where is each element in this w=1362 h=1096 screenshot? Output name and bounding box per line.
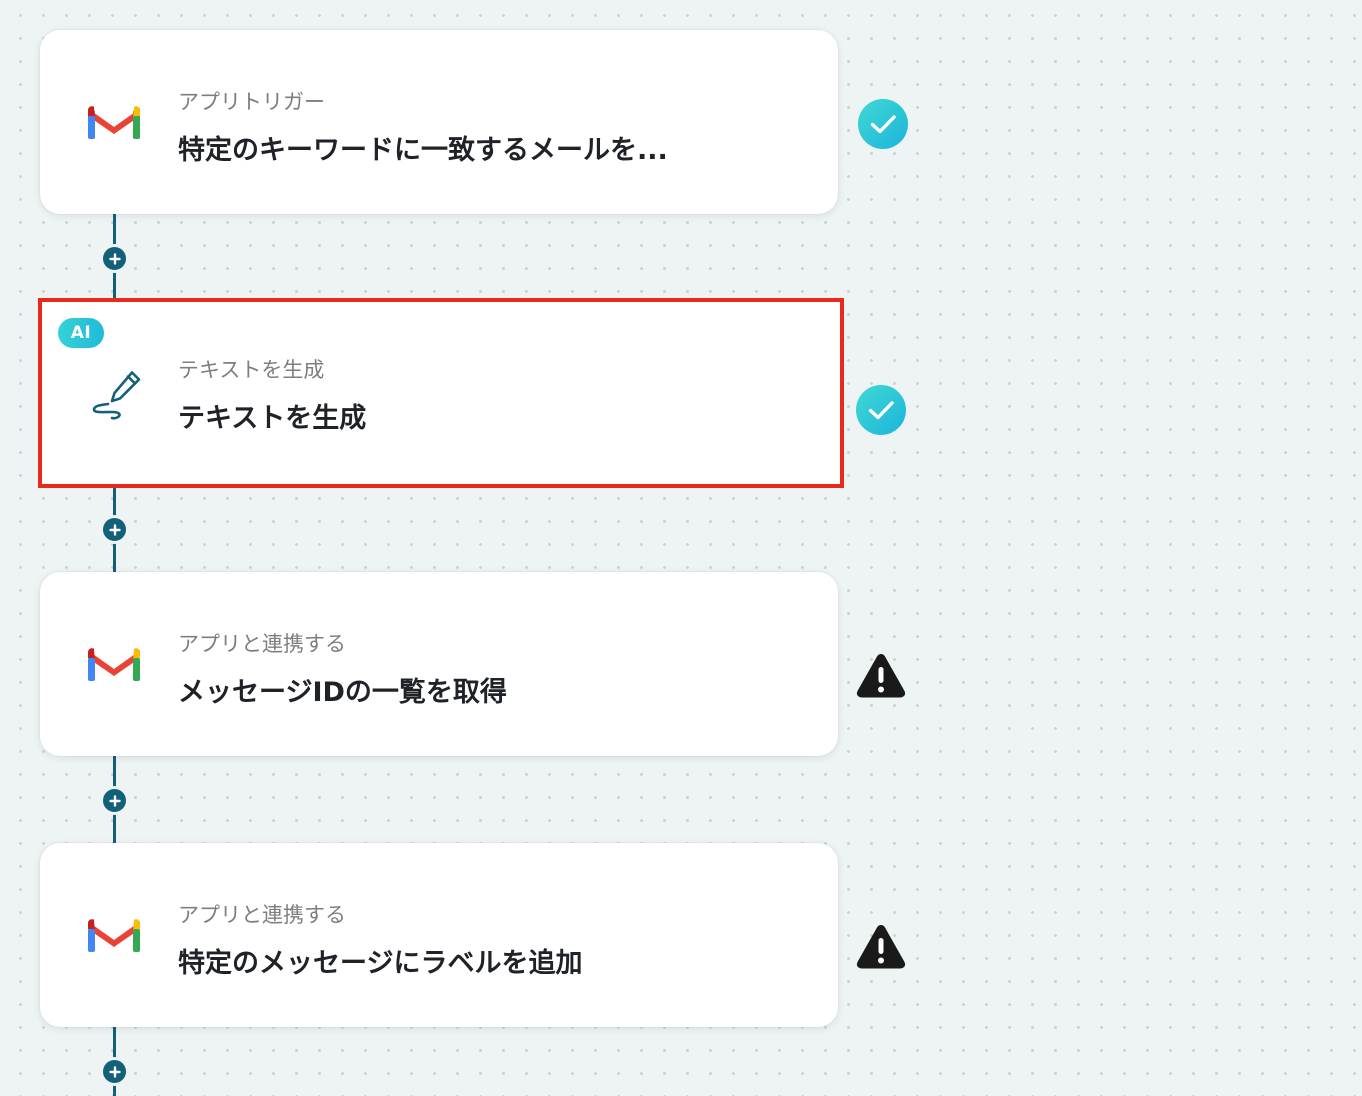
warning-icon <box>856 654 906 698</box>
plus-icon <box>108 1065 121 1078</box>
plus-icon <box>108 252 121 265</box>
pen-icon <box>92 371 141 420</box>
warning-icon <box>856 925 906 969</box>
add-step-button[interactable] <box>100 515 129 544</box>
gmail-icon <box>88 919 140 952</box>
add-step-button[interactable] <box>100 1057 129 1086</box>
step-title: メッセージIDの一覧を取得 <box>178 677 507 708</box>
gmail-icon <box>88 648 140 681</box>
step-card-trigger[interactable]: アプリトリガー 特定のキーワードに一致するメールを... <box>40 30 838 214</box>
step-type-label: アプリと連携する <box>178 903 346 927</box>
step-card-add-label[interactable]: アプリと連携する 特定のメッセージにラベルを追加 <box>40 843 838 1027</box>
step-title: 特定のメッセージにラベルを追加 <box>178 948 583 979</box>
step-title: 特定のキーワードに一致するメールを... <box>178 135 668 166</box>
step-type-label: テキストを生成 <box>178 358 325 382</box>
check-circle-icon <box>858 99 908 149</box>
add-step-button[interactable] <box>100 786 129 815</box>
ai-badge: AI <box>58 318 104 348</box>
step-title: テキストを生成 <box>178 403 367 434</box>
step-type-label: アプリトリガー <box>178 90 325 114</box>
step-card-generate-text[interactable]: AI テキストを生成 テキストを生成 <box>38 298 844 488</box>
step-type-label: アプリと連携する <box>178 632 346 656</box>
add-step-button[interactable] <box>100 244 129 273</box>
gmail-icon <box>88 106 140 139</box>
plus-icon <box>108 523 121 536</box>
check-circle-icon <box>856 385 906 435</box>
plus-icon <box>108 794 121 807</box>
step-card-list-messages[interactable]: アプリと連携する メッセージIDの一覧を取得 <box>40 572 838 756</box>
